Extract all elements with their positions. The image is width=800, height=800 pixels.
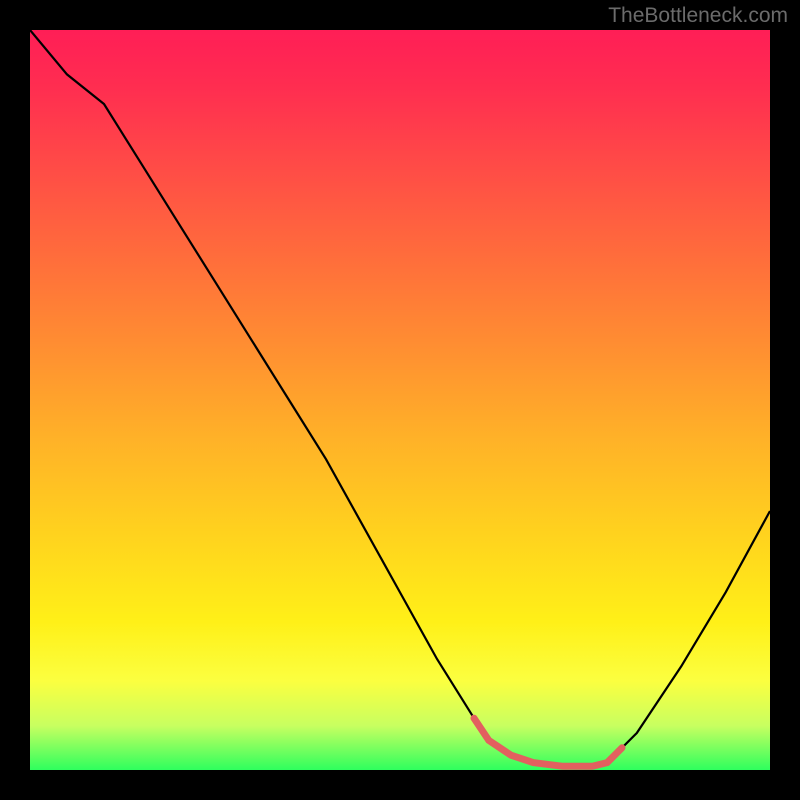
chart-svg — [30, 30, 770, 770]
chart-plot-area — [30, 30, 770, 770]
main-curve-path — [30, 30, 770, 766]
highlight-segment-path — [474, 718, 622, 766]
watermark-text: TheBottleneck.com — [608, 4, 788, 28]
